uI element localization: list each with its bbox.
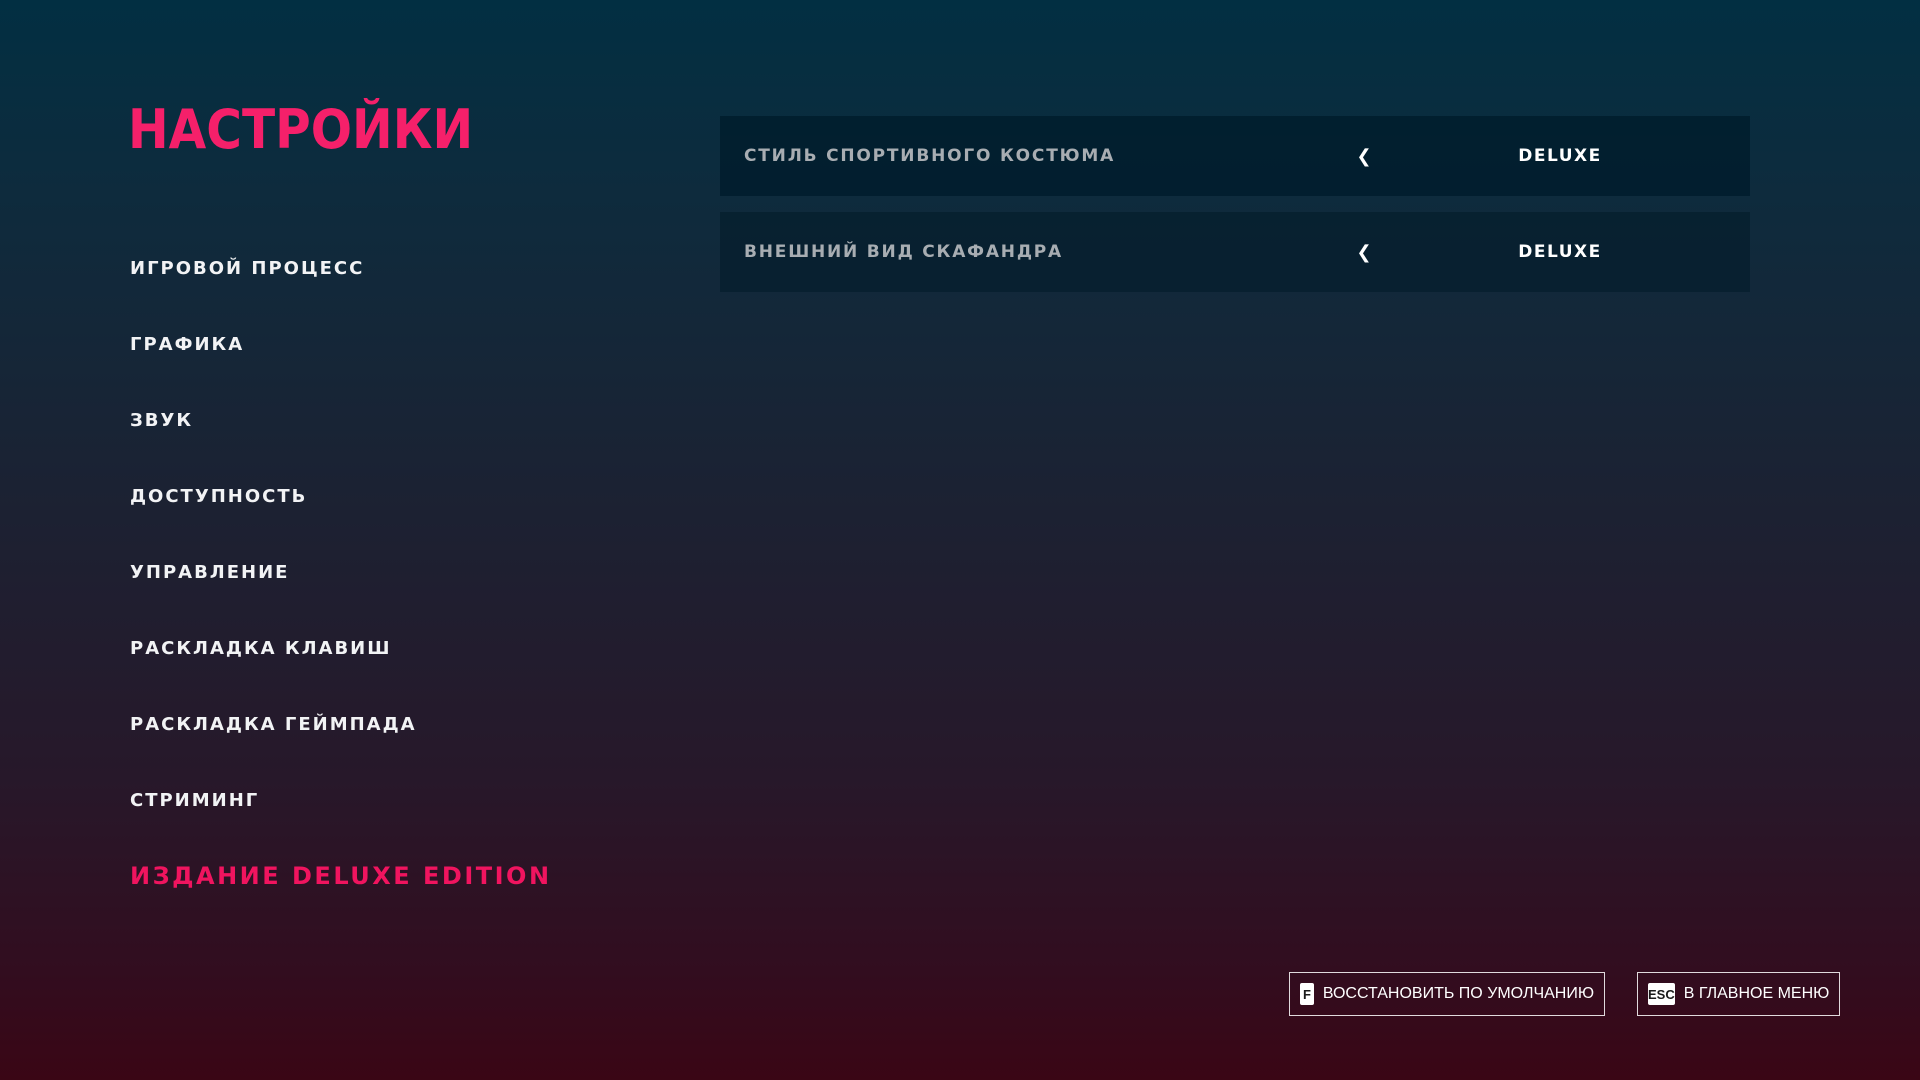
option-row-suit-style[interactable]: СТИЛЬ СПОРТИВНОГО КОСТЮМА ❮ DELUXE [720, 116, 1750, 196]
main-menu-button[interactable]: ESC В ГЛАВНОЕ МЕНЮ [1637, 972, 1840, 1016]
nav-item-gameplay[interactable]: ИГРОВОЙ ПРОЦЕСС [130, 230, 650, 306]
nav-item-accessibility[interactable]: ДОСТУПНОСТЬ [130, 458, 650, 534]
restore-defaults-button[interactable]: F ВОССТАНОВИТЬ ПО УМОЛЧАНИЮ [1289, 972, 1605, 1016]
nav-item-streaming[interactable]: СТРИМИНГ [130, 762, 650, 838]
nav-item-gamepad-layout[interactable]: РАСКЛАДКА ГЕЙМПАДА [130, 686, 650, 762]
nav-item-deluxe-edition[interactable]: ИЗДАНИЕ DELUXE EDITION [130, 838, 650, 914]
page-title: НАСТРОЙКИ [128, 98, 474, 161]
nav-item-graphics[interactable]: ГРАФИКА [130, 306, 650, 382]
option-row-spacesuit-appearance[interactable]: ВНЕШНИЙ ВИД СКАФАНДРА ❮ DELUXE [720, 212, 1750, 292]
settings-nav: ИГРОВОЙ ПРОЦЕСС ГРАФИКА ЗВУК ДОСТУПНОСТЬ… [130, 230, 650, 914]
option-value: DELUXE [1518, 242, 1602, 262]
chevron-left-icon[interactable]: ❮ [1352, 232, 1376, 272]
option-label: ВНЕШНИЙ ВИД СКАФАНДРА [744, 242, 1063, 262]
nav-item-keyboard-layout[interactable]: РАСКЛАДКА КЛАВИШ [130, 610, 650, 686]
chevron-left-icon[interactable]: ❮ [1352, 136, 1376, 176]
main-menu-label: В ГЛАВНОЕ МЕНЮ [1683, 985, 1830, 1002]
option-value: DELUXE [1518, 146, 1602, 166]
nav-item-controls[interactable]: УПРАВЛЕНИЕ [130, 534, 650, 610]
nav-item-sound[interactable]: ЗВУК [130, 382, 650, 458]
options-panel: СТИЛЬ СПОРТИВНОГО КОСТЮМА ❮ DELUXE ВНЕШН… [720, 116, 1750, 308]
key-esc-icon: ESC [1648, 983, 1675, 1005]
key-f-icon: F [1300, 983, 1314, 1005]
restore-defaults-label: ВОССТАНОВИТЬ ПО УМОЛЧАНИЮ [1322, 985, 1594, 1002]
option-label: СТИЛЬ СПОРТИВНОГО КОСТЮМА [744, 146, 1116, 166]
